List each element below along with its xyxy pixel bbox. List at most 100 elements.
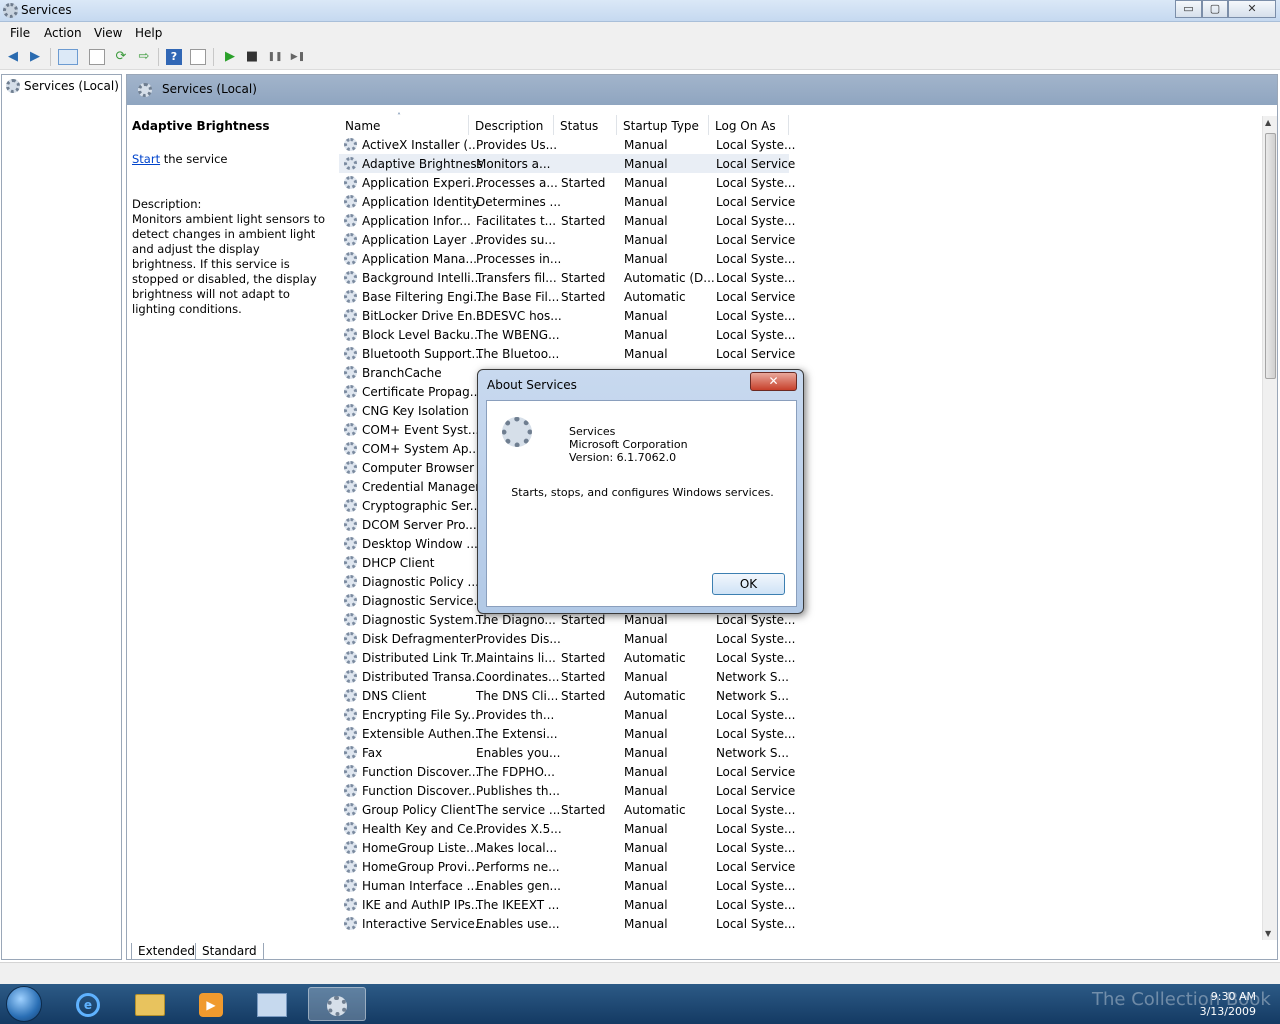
cell-name: BranchCache xyxy=(362,366,442,380)
minimize-button[interactable]: ▭ xyxy=(1175,0,1202,18)
back-icon[interactable]: ◀ xyxy=(5,49,21,65)
table-row[interactable]: Block Level Backu... The WBENG... Manual Lo… xyxy=(339,325,795,344)
cell-startup-type: Manual xyxy=(624,670,668,684)
table-row[interactable]: Application Mana... Processes in... Manual… xyxy=(339,249,795,268)
toolbar-separator xyxy=(50,48,51,66)
menu-view[interactable]: View xyxy=(94,26,122,40)
cell-log-on-as: Local Syste... xyxy=(716,328,796,342)
table-row[interactable]: Function Discover... Publishes th... Manua… xyxy=(339,781,795,800)
cell-description: Facilitates t... xyxy=(476,214,557,228)
system-clock[interactable]: 9:30 AM 3/13/2009 xyxy=(1200,989,1256,1019)
cell-startup-type: Manual xyxy=(624,765,668,779)
table-row[interactable]: Distributed Link Tr... Maintains li... Sta… xyxy=(339,648,795,667)
play-icon[interactable]: ▶ xyxy=(222,49,238,65)
restart-icon[interactable]: ▶❚ xyxy=(290,49,306,65)
tree-item-services-local[interactable]: Services (Local) xyxy=(6,79,119,93)
column-name[interactable]: Name ˄ xyxy=(339,112,469,135)
service-gear-icon xyxy=(344,499,357,512)
close-button[interactable]: ✕ xyxy=(1228,0,1276,18)
maximize-button[interactable]: ▢ xyxy=(1202,0,1228,18)
table-row[interactable]: Fax Enables you... Manual Network S... xyxy=(339,743,789,762)
table-row[interactable]: Bluetooth Support... The Bluetoo... Manual… xyxy=(339,344,795,363)
tab-extended[interactable]: Extended xyxy=(131,943,202,960)
table-row[interactable]: Disk Defragmenter Provides Dis... Manual Lo… xyxy=(339,629,795,648)
menu-file[interactable]: File xyxy=(10,26,30,40)
table-row[interactable]: Human Interface ... Enables gen... Manual L… xyxy=(339,876,795,895)
service-gear-icon xyxy=(344,461,357,474)
service-gear-icon xyxy=(344,556,357,569)
menu-help[interactable]: Help xyxy=(135,26,162,40)
table-row[interactable]: Background Intelli... Transfers fil... Sta… xyxy=(339,268,795,287)
column-status[interactable]: Status xyxy=(554,115,617,135)
cell-log-on-as: Local Service xyxy=(716,195,796,209)
console-tree-icon[interactable] xyxy=(89,49,105,65)
start-service-link[interactable]: Start xyxy=(132,152,160,166)
cell-description: Monitors a... xyxy=(476,157,551,171)
cell-log-on-as: Local Syste... xyxy=(716,271,796,285)
table-row[interactable]: IKE and AuthIP IPs... The IKEEXT ... Manua… xyxy=(339,895,795,914)
ok-button[interactable]: OK xyxy=(712,573,785,595)
table-row[interactable]: Application Infor... Facilitates t... Star… xyxy=(339,211,795,230)
vertical-scrollbar[interactable]: ▲ ▼ xyxy=(1262,116,1277,940)
cell-startup-type: Automatic (D... xyxy=(624,271,715,285)
table-row[interactable]: ActiveX Installer (... Provides Us... Manu… xyxy=(339,135,795,154)
start-button[interactable] xyxy=(6,986,42,1022)
table-row[interactable]: Encrypting File Sy... Provides th... Manua… xyxy=(339,705,795,724)
cell-description: Makes local... xyxy=(476,841,558,855)
column-startup-type[interactable]: Startup Type xyxy=(617,115,709,135)
table-row[interactable]: Base Filtering Engi... The Base Fil... Sta… xyxy=(339,287,795,306)
pause-icon[interactable]: ❚❚ xyxy=(267,49,283,65)
cell-description: Processes a... xyxy=(476,176,558,190)
cell-startup-type: Manual xyxy=(624,252,668,266)
table-row[interactable]: DNS Client The DNS Cli... Started Automatic… xyxy=(339,686,789,705)
cell-status: Started xyxy=(561,176,606,190)
table-row[interactable]: Group Policy Client The service ... Starte… xyxy=(339,800,795,819)
table-row[interactable]: Application Identity Determines ... Manual… xyxy=(339,192,795,211)
service-gear-icon xyxy=(344,404,357,417)
dialog-body: Services Microsoft Corporation Version: … xyxy=(486,400,797,607)
scroll-down-icon[interactable]: ▼ xyxy=(1265,929,1271,938)
cell-name: Interactive Service... xyxy=(362,917,487,931)
cell-name: Function Discover... xyxy=(362,784,480,798)
show-hide-tree-icon[interactable] xyxy=(58,49,78,65)
media-player-icon[interactable]: ▶ xyxy=(185,987,237,1021)
table-row[interactable]: BitLocker Drive En... BDESVC hos... Manual… xyxy=(339,306,795,325)
refresh-icon[interactable]: ⟳ xyxy=(113,49,129,65)
tab-standard[interactable]: Standard xyxy=(195,943,264,960)
properties-icon[interactable] xyxy=(190,49,206,65)
internet-explorer-icon[interactable]: e xyxy=(62,987,114,1021)
stop-icon[interactable]: ■ xyxy=(244,49,260,65)
table-row[interactable]: Application Experi... Processes a... Start… xyxy=(339,173,795,192)
scroll-up-icon[interactable]: ▲ xyxy=(1265,118,1271,127)
selected-service-name: Adaptive Brightness xyxy=(132,119,270,133)
help-icon[interactable]: ? xyxy=(166,49,182,65)
forward-icon[interactable]: ▶ xyxy=(27,49,43,65)
table-row[interactable]: Extensible Authen... The Extensi... Manual… xyxy=(339,724,795,743)
service-gear-icon xyxy=(344,138,357,151)
cell-name: Base Filtering Engi... xyxy=(362,290,485,304)
explorer-folder-icon[interactable] xyxy=(124,987,176,1021)
table-row[interactable]: Application Layer ... Provides su... Manua… xyxy=(339,230,795,249)
column-log-on-as[interactable]: Log On As xyxy=(709,115,789,135)
cell-name: Encrypting File Sy... xyxy=(362,708,479,722)
menu-action[interactable]: Action xyxy=(44,26,82,40)
scroll-thumb[interactable] xyxy=(1265,133,1276,379)
table-row[interactable]: Function Discover... The FDPHO... Manual Lo… xyxy=(339,762,795,781)
table-row[interactable]: Interactive Service... Enables use... Manu… xyxy=(339,914,795,933)
services-taskbar-button[interactable] xyxy=(308,987,366,1021)
column-description[interactable]: Description xyxy=(469,115,554,135)
export-list-icon[interactable]: ⇨ xyxy=(136,49,152,65)
control-panel-icon[interactable] xyxy=(246,987,298,1021)
cell-name: DHCP Client xyxy=(362,556,435,570)
table-row[interactable]: Distributed Transa... Coordinates... Start… xyxy=(339,667,789,686)
dialog-close-button[interactable]: ✕ xyxy=(750,372,797,391)
table-row[interactable]: HomeGroup Liste... Makes local... Manual Lo… xyxy=(339,838,795,857)
cell-status: Started xyxy=(561,689,606,703)
table-row[interactable]: Adaptive Brightness Monitors a... Manual Lo… xyxy=(339,154,795,173)
table-row[interactable]: Health Key and Ce... Provides X.5... Manua… xyxy=(339,819,795,838)
service-gear-icon xyxy=(344,898,357,911)
cell-description: Enables gen... xyxy=(476,879,561,893)
table-row[interactable]: HomeGroup Provi... Performs ne... Manual Lo… xyxy=(339,857,795,876)
cell-log-on-as: Local Syste... xyxy=(716,708,796,722)
cell-status: Started xyxy=(561,613,606,627)
